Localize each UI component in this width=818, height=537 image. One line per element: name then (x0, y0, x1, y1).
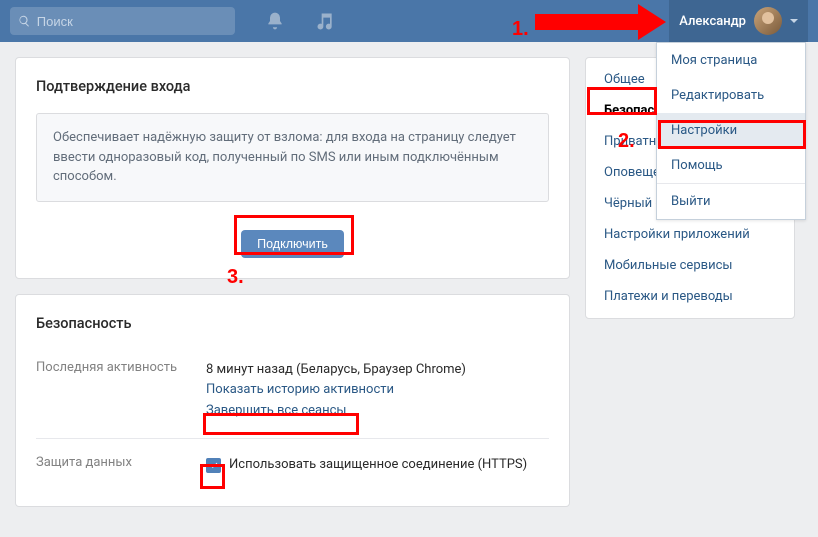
annotation-3: 3. (227, 266, 244, 289)
row-data-protection: Защита данных Использовать защищенное со… (36, 445, 549, 486)
dropdown-item-my-page[interactable]: Моя страница (657, 43, 805, 78)
avatar (754, 7, 782, 35)
annotation-2: 2. (618, 130, 635, 153)
row-label: Последняя активность (36, 360, 206, 422)
info-box: Обеспечивает надёжную защиту от взлома: … (36, 113, 549, 202)
dropdown-item-help[interactable]: Помощь (657, 148, 805, 183)
chevron-down-icon (790, 19, 798, 23)
panel-security: Безопасность Последняя активность 8 мину… (15, 294, 570, 507)
main-column: Подтверждение входа Обеспечивает надёжну… (15, 57, 570, 522)
user-name: Александр (679, 14, 746, 29)
show-history-link[interactable]: Показать историю активности (206, 380, 549, 401)
user-dropdown: Моя страница Редактировать Настройки Пом… (656, 42, 806, 220)
bell-icon[interactable] (265, 11, 285, 31)
panel-login-confirmation: Подтверждение входа Обеспечивает надёжну… (15, 57, 570, 279)
end-sessions-link[interactable]: Завершить все сеансы (206, 401, 549, 422)
https-label: Использовать защищенное соединение (HTTP… (229, 455, 527, 476)
activity-value: 8 минут назад (Беларусь, Браузер Chrome) (206, 360, 549, 381)
user-menu[interactable]: Александр (669, 0, 808, 42)
panel-title-security: Безопасность (36, 315, 549, 332)
row-body: 8 минут назад (Беларусь, Браузер Chrome)… (206, 360, 549, 422)
nav-item-app-settings[interactable]: Настройки приложений (586, 219, 794, 250)
music-icon[interactable] (315, 11, 335, 31)
annotation-arrow (535, 14, 640, 30)
connect-button[interactable]: Подключить (241, 230, 344, 258)
https-checkbox-row[interactable]: Использовать защищенное соединение (HTTP… (206, 455, 549, 476)
panel-title: Подтверждение входа (36, 78, 549, 95)
row-last-activity: Последняя активность 8 минут назад (Бела… (36, 350, 549, 432)
header-bar: Александр (0, 0, 818, 42)
dropdown-item-settings[interactable]: Настройки (657, 113, 805, 148)
dropdown-item-logout[interactable]: Выйти (657, 184, 805, 219)
search-input[interactable] (37, 14, 227, 29)
row-label-protection: Защита данных (36, 455, 206, 476)
search-box[interactable] (10, 7, 235, 35)
checkbox-checked-icon[interactable] (206, 458, 221, 473)
header-icons (265, 11, 335, 31)
dropdown-item-edit[interactable]: Редактировать (657, 78, 805, 113)
search-icon (18, 14, 31, 28)
nav-item-mobile[interactable]: Мобильные сервисы (586, 250, 794, 281)
annotation-arrow-head (638, 4, 666, 40)
nav-item-payments[interactable]: Платежи и переводы (586, 281, 794, 312)
annotation-1: 1. (512, 18, 529, 41)
separator (36, 438, 549, 439)
